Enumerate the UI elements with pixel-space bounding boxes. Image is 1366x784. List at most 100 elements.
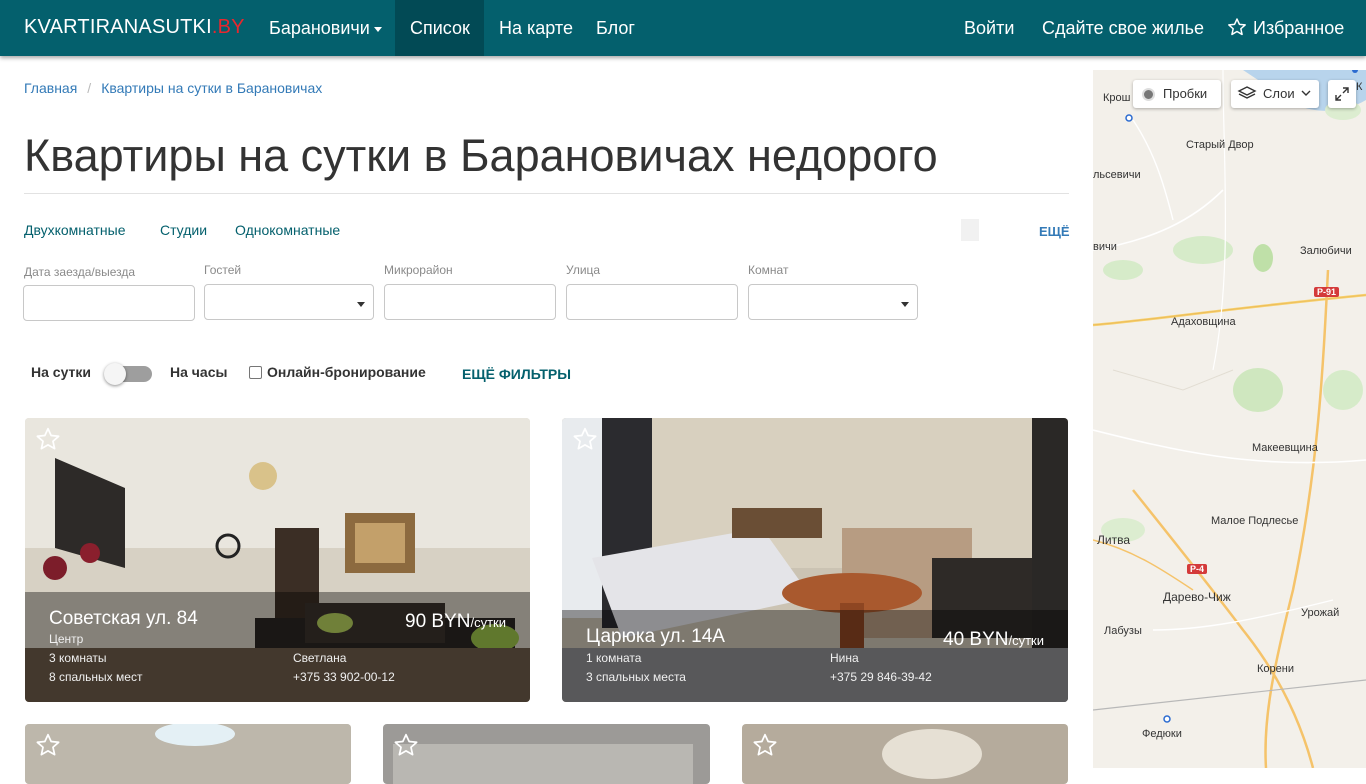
more-filters-button[interactable]: ЕЩЁ ФИЛЬТРЫ [462, 366, 571, 382]
layers-button[interactable]: Слои [1231, 80, 1319, 108]
listing-price: 90 BYN/сутки [405, 611, 506, 633]
listing-card[interactable] [25, 724, 351, 784]
traffic-button[interactable]: Пробки [1133, 80, 1221, 108]
favorite-star-icon[interactable] [572, 426, 598, 452]
favorite-star-icon[interactable] [752, 732, 778, 758]
rooms-label: Комнат [748, 263, 789, 277]
layers-label: Слои [1263, 86, 1295, 101]
street-label: Улица [566, 263, 601, 277]
chevron-down-icon [1301, 90, 1311, 96]
dates-input[interactable] [23, 285, 195, 321]
rent-out-label: Сдайте свое жилье [1042, 18, 1204, 38]
apartment-photo [383, 724, 710, 784]
nav-list-label: Список [410, 18, 470, 38]
listing-rooms: 3 комнаты [49, 651, 107, 665]
nav-blog[interactable]: Блог [581, 0, 650, 56]
map-place-label: К [1356, 81, 1363, 93]
listing-card[interactable]: Царюка ул. 14А 1 комната 3 спальных мест… [562, 418, 1068, 702]
map-place-label: Дарево-Чиж [1163, 590, 1231, 604]
per-hour-label: На часы [170, 364, 228, 380]
street-input[interactable] [566, 284, 738, 320]
top-navbar: KVARTIRANASUTKI.BY Барановичи Список На … [0, 0, 1366, 56]
map-place-label: Федюки [1142, 728, 1182, 740]
breadcrumb-home[interactable]: Главная [24, 80, 77, 96]
listing-owner: Светлана [293, 651, 347, 665]
map-place-label: льсевичи [1093, 169, 1141, 181]
layers-icon [1237, 86, 1257, 99]
map-place-label: Крош [1103, 92, 1131, 104]
listing-rooms: 1 комната [586, 651, 642, 665]
dates-label: Дата заезда/выезда [24, 265, 136, 279]
favorite-star-icon[interactable] [35, 426, 61, 452]
map-place-label: Корени [1257, 663, 1294, 675]
map-place-label: Макеевщина [1252, 442, 1318, 454]
rent-mode-toggle[interactable] [104, 363, 152, 385]
price-value: 40 BYN [943, 629, 1009, 650]
breadcrumb-current[interactable]: Квартиры на сутки в Барановичах [101, 80, 322, 96]
caret-down-icon [357, 302, 365, 307]
favorite-star-icon[interactable] [35, 732, 61, 758]
road-badge: Р-91 [1314, 287, 1340, 297]
caret-down-icon [901, 302, 909, 307]
listing-phone[interactable]: +375 29 846-39-42 [830, 670, 932, 684]
quick-filter-studios[interactable]: Студии [160, 222, 207, 238]
favorites-link[interactable]: Избранное [1212, 0, 1359, 56]
price-unit: /сутки [470, 615, 506, 630]
star-icon [1228, 18, 1246, 36]
site-logo[interactable]: KVARTIRANASUTKI.BY [24, 16, 245, 39]
listing-beds: 8 спальных мест [49, 670, 143, 684]
listing-phone[interactable]: +375 33 902-00-12 [293, 670, 395, 684]
breadcrumb: Главная / Квартиры на сутки в Барановичах [24, 80, 322, 96]
caret-down-icon [373, 26, 382, 32]
online-booking-checkbox[interactable] [249, 366, 262, 379]
city-dropdown[interactable]: Барановичи [254, 0, 397, 56]
listing-card[interactable]: Советская ул. 84 Центр 3 комнаты 8 спаль… [25, 418, 530, 702]
brand-name: KVARTIRANASUTKI [24, 16, 212, 38]
traffic-label: Пробки [1163, 86, 1208, 101]
listing-district: Центр [49, 632, 84, 646]
map-place-label: Залюбичи [1300, 245, 1352, 257]
nav-blog-label: Блог [596, 18, 635, 38]
login-label: Войти [964, 18, 1015, 38]
page-title: Квартиры на сутки в Барановичах недорого [24, 130, 938, 181]
map-place-label: вичи [1093, 241, 1117, 253]
nav-map-label: На карте [499, 18, 573, 38]
map-place-label: Малое Подлесье [1211, 515, 1299, 527]
traffic-light-icon [1142, 88, 1155, 101]
apartment-photo [742, 724, 1068, 784]
price-value: 90 BYN [405, 611, 471, 632]
online-booking-label[interactable]: Онлайн-бронирование [267, 364, 426, 380]
quick-filter-one-room[interactable]: Однокомнатные [235, 222, 340, 238]
login-link[interactable]: Войти [949, 0, 1029, 56]
scroll-placeholder [961, 219, 979, 241]
breadcrumb-separator: / [87, 80, 92, 96]
fullscreen-button[interactable] [1328, 80, 1356, 108]
toggle-knob [104, 363, 126, 385]
price-unit: /сутки [1008, 633, 1044, 648]
map-place-label: Лабузы [1104, 625, 1142, 637]
quick-filter-two-room[interactable]: Двухкомнатные [24, 222, 126, 238]
expand-icon [1335, 87, 1349, 101]
more-quick-filters-link[interactable]: ЕЩЁ [1039, 224, 1070, 239]
favorite-star-icon[interactable] [393, 732, 419, 758]
map-place-label: Урожай [1301, 607, 1340, 619]
listing-price: 40 BYN/сутки [943, 629, 1044, 651]
map-place-label: Литва [1097, 533, 1130, 547]
rent-out-link[interactable]: Сдайте свое жилье [1027, 0, 1219, 56]
listing-beds: 3 спальных места [586, 670, 686, 684]
apartment-photo [25, 724, 351, 784]
favorites-label: Избранное [1253, 18, 1345, 38]
nav-map[interactable]: На карте [484, 0, 588, 56]
listing-owner: Нина [830, 651, 859, 665]
listing-card[interactable] [383, 724, 710, 784]
listings-map[interactable]: Крош Старый Двор льсевичи Залюбичи вичи … [1093, 70, 1366, 768]
district-input[interactable] [384, 284, 556, 320]
nav-list[interactable]: Список [395, 0, 484, 56]
per-day-label: На сутки [31, 364, 91, 380]
guests-label: Гостей [204, 263, 242, 277]
listing-card[interactable] [742, 724, 1068, 784]
title-divider [24, 193, 1069, 194]
guests-select[interactable] [204, 284, 374, 320]
rooms-select[interactable] [748, 284, 918, 320]
road-badge: Р-4 [1187, 564, 1208, 574]
